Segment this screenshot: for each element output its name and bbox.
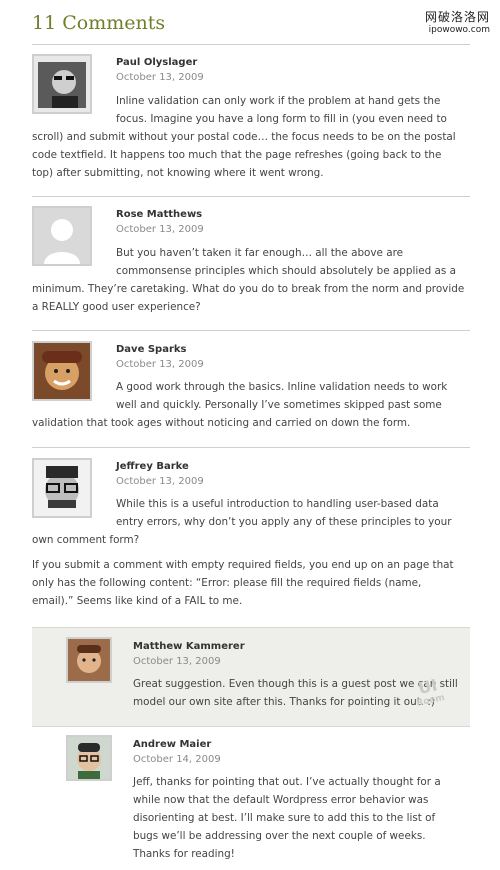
comment-text-continued: scroll) and submit without your postal c… xyxy=(32,128,470,182)
top-divider xyxy=(32,44,470,45)
comment-date[interactable]: October 13, 2009 xyxy=(116,476,204,487)
comment-line: own comment form? xyxy=(32,534,140,546)
comment-line: code textfield. It happens too much that… xyxy=(32,149,442,161)
comment-line: email).” Seems like kind of a FAIL to me… xyxy=(32,595,243,607)
comment-line: a REALLY good user experience? xyxy=(32,301,201,313)
comment-text: A good work through the basics. Inline v… xyxy=(116,378,470,414)
comments-heading: 11 Comments xyxy=(32,12,166,34)
comment-date[interactable]: October 14, 2009 xyxy=(133,754,221,765)
comment-paul-olyslager: Paul Olyslager October 13, 2009 Inline v… xyxy=(32,54,470,184)
comment-date[interactable]: October 13, 2009 xyxy=(116,72,204,83)
comment-line: entry errors, why don’t you apply any of… xyxy=(116,516,452,528)
comment-line: Thanks for reading! xyxy=(133,848,235,860)
comment-line: A good work through the basics. Inline v… xyxy=(116,381,448,393)
user-photo-icon[interactable] xyxy=(32,54,92,114)
comment-line: focus. Imagine you have a long form to f… xyxy=(116,113,447,125)
comment-line: commonsense principles which should abso… xyxy=(116,265,456,277)
comment-line: well and quickly. Personally I’ve someti… xyxy=(116,399,442,411)
site-name: 网破洛洛网 xyxy=(424,10,490,24)
reply-andrew-maier: Andrew Maier October 14, 2009 Jeff, than… xyxy=(32,735,470,865)
comment-text: Jeff, thanks for pointing that out. I’ve… xyxy=(133,773,470,863)
comment-dave-sparks: Dave Sparks October 13, 2009 A good work… xyxy=(32,341,470,441)
site-url: ipowowo.com xyxy=(428,25,490,35)
comment-text: While this is a useful introduction to h… xyxy=(116,495,470,531)
comment-line: Inline validation can only work if the p… xyxy=(116,95,441,107)
comment-author[interactable]: Rose Matthews xyxy=(116,209,202,220)
default-avatar-icon[interactable] xyxy=(32,206,92,266)
comment-date[interactable]: October 13, 2009 xyxy=(133,656,221,667)
user-photo-icon[interactable] xyxy=(32,341,92,401)
user-photo-icon[interactable] xyxy=(66,735,112,781)
comment-date[interactable]: October 13, 2009 xyxy=(116,359,204,370)
comment-line: while now that the default Wordpress err… xyxy=(133,794,429,806)
comment-text-continued: validation that took ages without notici… xyxy=(32,414,470,432)
comment-line: validation that took ages without notici… xyxy=(32,417,411,429)
user-photo-icon[interactable] xyxy=(32,458,92,518)
comment-line: Jeff, thanks for pointing that out. I’ve… xyxy=(133,776,441,788)
comment-line: only has the following content: “Error: … xyxy=(32,577,422,589)
comment-line: disorienting at best. I’ll make sure to … xyxy=(133,812,436,824)
comment-author[interactable]: Paul Olyslager xyxy=(116,57,197,68)
comment-divider xyxy=(32,196,470,197)
comment-text: Inline validation can only work if the p… xyxy=(116,92,470,128)
comment-text-continued: minimum. They’re caretaking. What do you… xyxy=(32,280,470,316)
comment-divider xyxy=(32,447,470,448)
user-photo-icon[interactable] xyxy=(66,637,112,683)
comment-divider xyxy=(32,330,470,331)
comment-author[interactable]: Matthew Kammerer xyxy=(133,641,245,652)
comment-line: bugs we’ll be addressing over the next c… xyxy=(133,830,426,842)
comment-line: But you haven’t taken it far enough… all… xyxy=(116,247,404,259)
comment-line: scroll) and submit without your postal c… xyxy=(32,131,456,143)
comment-line: minimum. They’re caretaking. What do you… xyxy=(32,283,465,295)
comment-author[interactable]: Andrew Maier xyxy=(133,739,211,750)
comment-author[interactable]: Jeffrey Barke xyxy=(116,461,189,472)
comment-line: While this is a useful introduction to h… xyxy=(116,498,439,510)
comment-line: If you submit a comment with empty requi… xyxy=(32,559,454,571)
comment-jeffrey-barke: Jeffrey Barke October 13, 2009 While thi… xyxy=(32,458,470,618)
site-watermark: 网破洛洛网 ipowowo.com xyxy=(425,8,490,35)
comment-author[interactable]: Dave Sparks xyxy=(116,344,186,355)
comment-text-continued: own comment form? xyxy=(32,531,470,549)
comment-date[interactable]: October 13, 2009 xyxy=(116,224,204,235)
comment-text: But you haven’t taken it far enough… all… xyxy=(116,244,470,280)
comment-rose-matthews: Rose Matthews October 13, 2009 But you h… xyxy=(32,206,470,326)
comment-paragraph-2: If you submit a comment with empty requi… xyxy=(32,556,470,610)
comment-line: top) after submitting, not knowing where… xyxy=(32,167,324,179)
